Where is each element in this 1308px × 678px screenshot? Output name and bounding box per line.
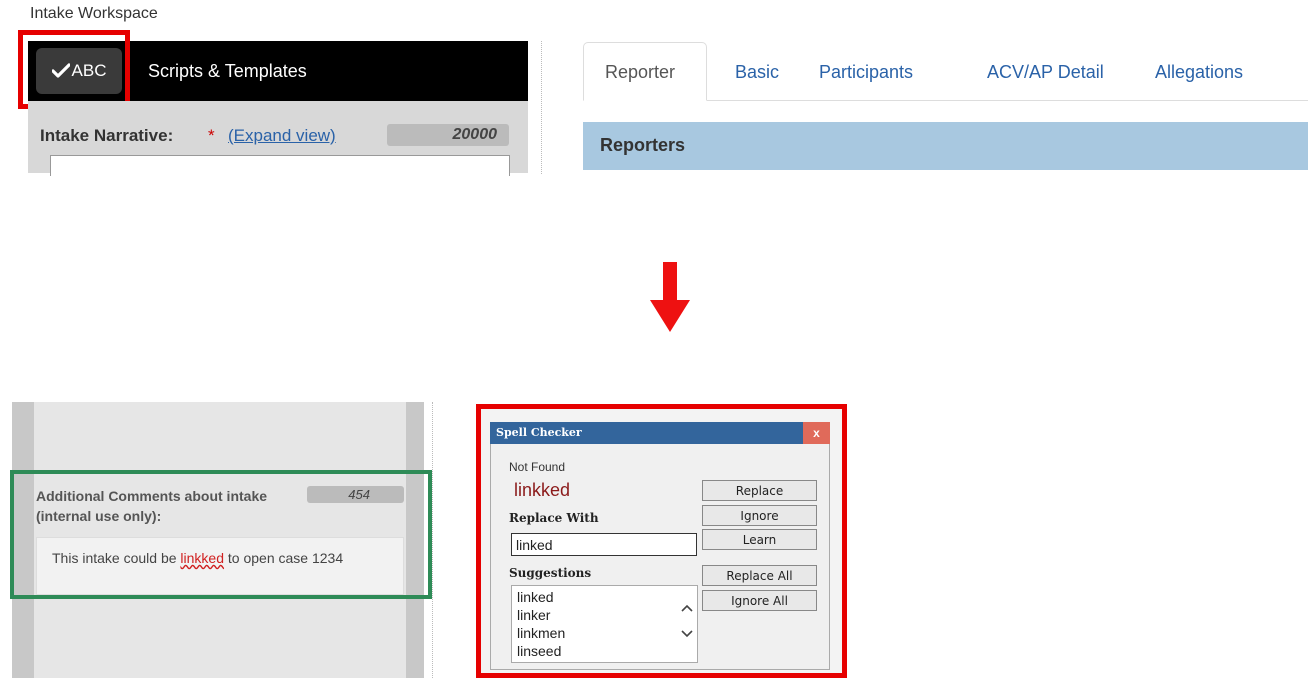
highlight-box-spell-checker: [476, 404, 847, 678]
tab-allegations[interactable]: Allegations: [1155, 62, 1243, 83]
tab-basic[interactable]: Basic: [735, 62, 779, 83]
expand-view-link[interactable]: (Expand view): [228, 126, 336, 146]
down-arrow-icon: [650, 262, 690, 339]
narrative-char-counter: 20000: [387, 124, 509, 146]
tab-acv-ap-detail[interactable]: ACV/AP Detail: [987, 62, 1104, 83]
panel-divider: [541, 41, 542, 174]
reporters-section-header: [583, 122, 1308, 170]
scripts-templates-link[interactable]: Scripts & Templates: [148, 61, 307, 82]
panel-divider-bottom: [432, 402, 433, 678]
highlight-box-comments: [10, 470, 432, 599]
reporters-title: Reporters: [600, 135, 686, 155]
narrative-textarea[interactable]: [50, 155, 510, 176]
workspace-title: Intake Workspace: [30, 5, 158, 22]
tab-participants[interactable]: Participants: [819, 62, 913, 83]
highlight-box-spellcheck-button: [18, 30, 130, 109]
required-marker: *: [208, 126, 215, 145]
tab-reporter[interactable]: Reporter: [605, 62, 675, 83]
narrative-label: Intake Narrative:: [40, 126, 174, 145]
